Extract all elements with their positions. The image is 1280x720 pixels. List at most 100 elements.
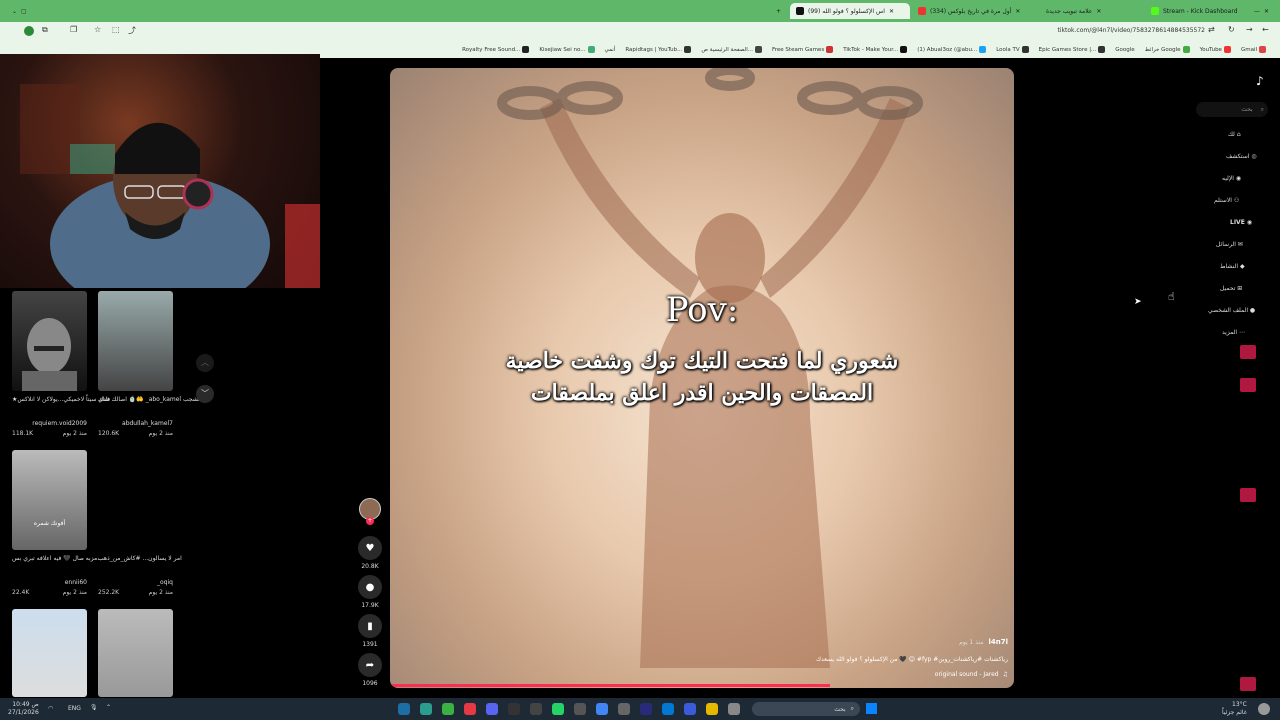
- app-icon[interactable]: [398, 703, 410, 715]
- nav-explore[interactable]: استكشف ◎: [1226, 153, 1257, 160]
- like-button[interactable]: ♥: [358, 536, 382, 560]
- bookmark-item[interactable]: TikTok - Make Your...: [843, 46, 908, 53]
- cast-icon[interactable]: ⧉: [42, 25, 48, 35]
- file-explorer-icon[interactable]: [706, 703, 718, 715]
- tab-title: (99) اس الإكسلولو ؟ فولو الله: [808, 7, 885, 15]
- app-icon[interactable]: [684, 703, 696, 715]
- card-username[interactable]: _oqiq: [98, 578, 173, 587]
- wifi-icon[interactable]: ◠: [48, 705, 53, 712]
- chevron-icon[interactable]: ⌄: [12, 8, 17, 15]
- bookmark-item[interactable]: Gmail: [1241, 46, 1266, 53]
- chrome-icon[interactable]: [442, 703, 454, 715]
- close-icon[interactable]: ✕: [889, 8, 894, 15]
- card-username[interactable]: requiem.void2009: [12, 419, 87, 428]
- tab-tiktok[interactable]: (99) اس الإكسلولو ؟ فولو الله ✕: [790, 3, 910, 19]
- video-author[interactable]: l4n7l: [988, 638, 1008, 646]
- bookmark-item[interactable]: Free Steam Games: [772, 46, 834, 53]
- app-icon[interactable]: [464, 703, 476, 715]
- bookmark-item[interactable]: YouTube: [1200, 46, 1231, 53]
- square-icon[interactable]: ▢: [21, 8, 27, 15]
- close-icon[interactable]: ✕: [1096, 8, 1101, 15]
- next-video-button[interactable]: ﹀: [196, 385, 214, 403]
- bookmark-item[interactable]: (1) Abual3oz (@abu...: [917, 46, 987, 53]
- nav-following[interactable]: الإليه ◉: [1222, 175, 1241, 182]
- taskbar-search[interactable]: بحث ⌕: [752, 702, 860, 716]
- feed-card-thumb[interactable]: [12, 609, 87, 697]
- bookmark-item[interactable]: Rapidtags | YouTub...: [625, 46, 692, 53]
- previous-video-button[interactable]: ︿: [196, 354, 214, 372]
- app-icon[interactable]: [728, 703, 740, 715]
- obs-icon[interactable]: [574, 703, 586, 715]
- feed-card-thumb[interactable]: [98, 609, 173, 697]
- weather-widget[interactable]: 13°C غائم جزئياً: [1222, 701, 1247, 717]
- bookmark-item[interactable]: Google: [1115, 47, 1134, 53]
- feed-card-thumb[interactable]: [98, 291, 173, 391]
- whatsapp-icon[interactable]: [552, 703, 564, 715]
- back-icon[interactable]: ←: [1262, 25, 1269, 34]
- premiere-icon[interactable]: [640, 703, 652, 715]
- bookmark-item[interactable]: خرائط Google: [1145, 46, 1190, 53]
- bookmark-item[interactable]: Loola TV: [996, 46, 1029, 53]
- card-username[interactable]: abdullah_kamel7: [98, 419, 173, 428]
- nav-friends[interactable]: الاستلم ⚇: [1214, 197, 1239, 204]
- video-progress-bar[interactable]: [390, 684, 830, 687]
- app-icon[interactable]: [618, 703, 630, 715]
- card-username[interactable]: ennii60: [12, 578, 87, 587]
- save-button[interactable]: ▮: [358, 614, 382, 638]
- edge-icon[interactable]: [662, 703, 674, 715]
- minimize-icon[interactable]: —: [1254, 8, 1260, 15]
- nav-profile[interactable]: الملف الشخصي ●: [1208, 307, 1255, 314]
- notification-badge: [1240, 378, 1256, 392]
- comment-button[interactable]: ●: [358, 575, 382, 599]
- app-icon[interactable]: [508, 703, 520, 715]
- tray-expand-icon[interactable]: ⌃: [106, 704, 111, 711]
- discord-icon[interactable]: [486, 703, 498, 715]
- clock[interactable]: 10:49 ص 27/1/2026: [8, 701, 39, 717]
- app-icon[interactable]: [530, 703, 542, 715]
- tab-kick[interactable]: Stream - Kick Dashboard: [1145, 3, 1245, 19]
- close-window-icon[interactable]: ✕: [1264, 8, 1269, 15]
- copy-icon[interactable]: ❐: [70, 25, 77, 34]
- tab-youtube[interactable]: (334) أول مرة في تاريخ بلوكس ✕: [912, 3, 1032, 19]
- bookmark-item[interactable]: Epic Games Store |...: [1039, 46, 1106, 53]
- nav-activity[interactable]: النشاط ◆: [1220, 263, 1245, 270]
- chrome-icon[interactable]: [596, 703, 608, 715]
- language-indicator[interactable]: ENG: [68, 705, 81, 712]
- new-tab-button[interactable]: +: [770, 3, 786, 19]
- star-icon[interactable]: ☆: [94, 25, 101, 34]
- card-likes: 252.2K: [98, 589, 120, 596]
- tab-new[interactable]: علامة تبويب جديدة ✕: [1040, 3, 1140, 19]
- share-icon[interactable]: ⤴: [128, 25, 136, 36]
- feed-card-thumb[interactable]: [12, 291, 87, 391]
- share-button[interactable]: ➦: [358, 653, 382, 677]
- bookmark-item[interactable]: Royalty Free Sound...: [462, 46, 530, 53]
- tiktok-logo-icon[interactable]: ♪: [1256, 74, 1264, 88]
- window-buttons[interactable]: — ✕: [1248, 3, 1278, 19]
- nav-for-you[interactable]: لك ⌂: [1228, 131, 1241, 138]
- feed-card-thumb[interactable]: أفونك شمره: [12, 450, 87, 550]
- bookmark-item[interactable]: أنمي: [605, 47, 616, 53]
- follow-plus-icon[interactable]: +: [366, 517, 374, 525]
- nav-live[interactable]: LIVE ◉: [1230, 219, 1252, 226]
- card-stats: 22.4K منذ 2 يوم: [12, 588, 87, 597]
- reload-icon[interactable]: ↻: [1228, 25, 1235, 34]
- forward-icon[interactable]: →: [1246, 25, 1253, 34]
- nav-upload[interactable]: تحميل ⊞: [1220, 285, 1242, 292]
- screenshot-icon[interactable]: ⬚: [112, 25, 120, 34]
- mic-icon[interactable]: 🎙: [90, 704, 98, 711]
- video-player[interactable]: Pov: شعوري لما فتحت التيك توك وشفت خاصية…: [390, 68, 1014, 688]
- video-sound[interactable]: original sound - Jared ♫: [935, 671, 1008, 678]
- nav-more[interactable]: المزيد ⋯: [1222, 329, 1245, 336]
- address-bar[interactable]: tiktok.com/@l4n7l/video/7583278614884535…: [1050, 27, 1205, 34]
- translate-icon[interactable]: ⇄: [1208, 25, 1215, 34]
- windows-start-icon[interactable]: [866, 703, 877, 714]
- close-icon[interactable]: ✕: [1015, 8, 1020, 15]
- bookmark-item[interactable]: Kisejiaw Sei no...: [539, 46, 595, 53]
- nav-messages[interactable]: الرسائل ✉: [1216, 241, 1243, 248]
- extension-icon[interactable]: [24, 26, 34, 36]
- bookmark-item[interactable]: الصفحة الرئيسية ص...: [701, 46, 763, 53]
- app-icon[interactable]: [420, 703, 432, 715]
- window-controls[interactable]: ⌄ ▢: [6, 3, 46, 19]
- plus-icon[interactable]: +: [776, 8, 781, 15]
- search-input[interactable]: بحث ⌕: [1196, 102, 1268, 117]
